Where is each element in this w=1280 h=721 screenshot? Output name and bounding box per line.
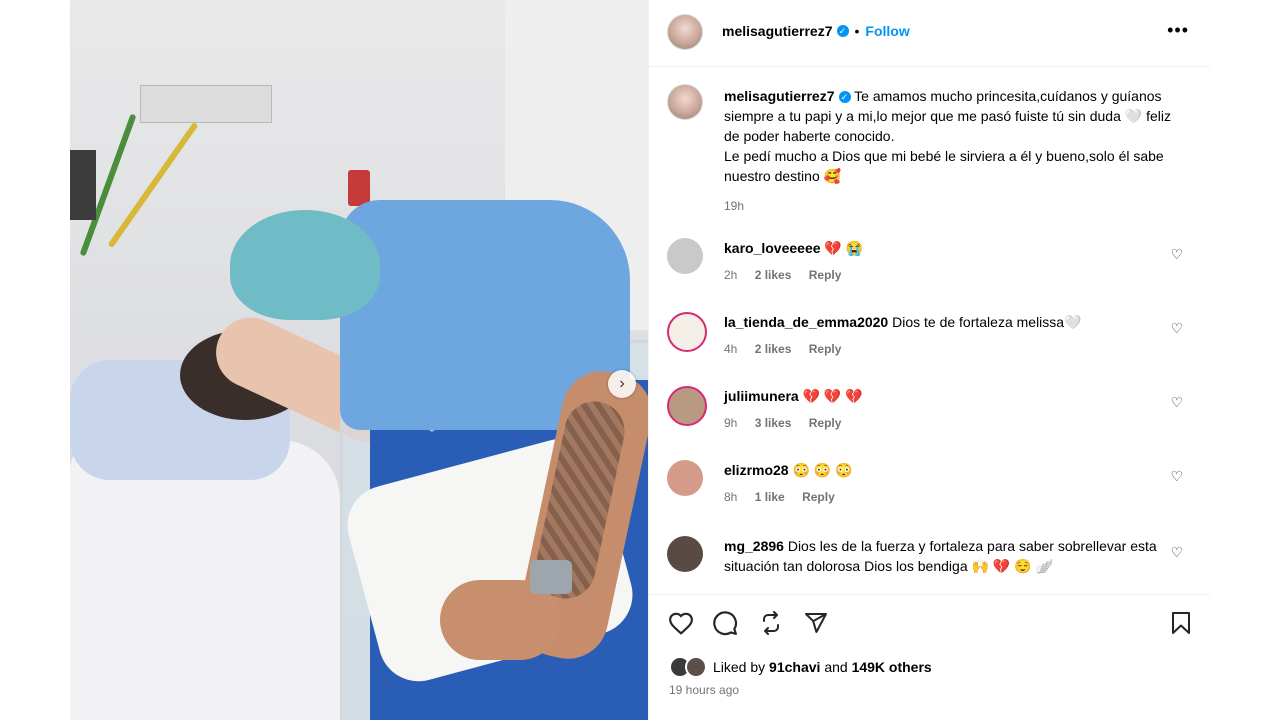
follow-button[interactable]: Follow [865, 23, 909, 39]
comment-avatar[interactable] [667, 536, 703, 572]
photo-red-bottle [348, 170, 370, 206]
comment-avatar[interactable] [667, 460, 703, 496]
page-margin-right [1210, 0, 1280, 720]
liked-by-prefix: Liked by [713, 659, 766, 675]
comment-icon[interactable] [711, 609, 739, 637]
comment-text: Dios te de fortaleza melissa🤍 [892, 314, 1082, 330]
post-side-panel: melisagutierrez7 ✓ • Follow ••• melisagu… [648, 0, 1211, 721]
comment-username[interactable]: mg_2896 [724, 538, 784, 554]
post-photo[interactable]: 🤍 [70, 0, 648, 720]
author-username[interactable]: melisagutierrez7 [722, 23, 833, 39]
liked-by-count[interactable]: 149K others [852, 659, 932, 675]
bookmark-icon[interactable] [1167, 609, 1195, 637]
comment-likes[interactable]: 2 likes [755, 342, 792, 356]
heart-icon[interactable]: ♡ [1170, 468, 1183, 485]
comment-likes[interactable]: 3 likes [755, 416, 792, 430]
comment-reply-button[interactable]: Reply [809, 416, 842, 430]
comment-item: mg_2896 Dios les de la fuerza y fortalez… [667, 536, 1197, 593]
comment-item: juliimunera 💔 💔 💔 9h 3 likes Reply ♡ [667, 386, 1197, 446]
comment-avatar[interactable] [667, 312, 707, 352]
chevron-right-icon: › [619, 375, 625, 392]
comment-text: 😳 😳 😳 [792, 462, 853, 478]
comment-reply-button[interactable]: Reply [802, 490, 835, 504]
comment-item: elizrmo28 😳 😳 😳 8h 1 like Reply ♡ [667, 460, 1197, 520]
heart-icon[interactable]: ♡ [1170, 246, 1183, 263]
post-caption: melisagutierrez7 ✓ Te amamos mucho prince… [724, 86, 1184, 216]
header-separator: • [854, 23, 860, 39]
verified-badge-icon: ✓ [836, 25, 849, 37]
send-icon[interactable] [802, 609, 830, 637]
liked-by-row: Liked by 91chavi and 149K others [669, 656, 932, 678]
photo-gas-panel [140, 85, 272, 123]
share-icon[interactable] [757, 609, 785, 637]
post-time-ago[interactable]: 19 hours ago [669, 683, 739, 697]
liked-by-mid: and [824, 659, 848, 675]
comment-time: 8h [724, 490, 738, 504]
post-action-bar: Liked by 91chavi and 149K others 19 hour… [649, 594, 1211, 721]
photo-watch [530, 560, 572, 594]
comment-time: 9h [724, 416, 738, 430]
photo-man-cap [230, 210, 380, 320]
comment-avatar[interactable] [667, 386, 707, 426]
comment-item: la_tienda_de_emma2020 Dios te de fortale… [667, 312, 1197, 372]
comment-text: Dios les de la fuerza y fortaleza para s… [724, 538, 1157, 574]
heart-icon[interactable] [667, 609, 695, 637]
photo-bed-sheet [70, 440, 340, 720]
comment-reply-button[interactable]: Reply [809, 268, 842, 282]
heart-icon[interactable]: ♡ [1170, 320, 1183, 337]
author-avatar[interactable] [667, 14, 703, 50]
comment-avatar[interactable] [667, 238, 703, 274]
liked-by-user[interactable]: 91chavi [769, 659, 820, 675]
caption-time: 19h [724, 199, 745, 213]
next-photo-button[interactable]: › [608, 370, 636, 398]
comment-username[interactable]: la_tienda_de_emma2020 [724, 314, 888, 330]
comment-reply-button[interactable]: Reply [809, 342, 842, 356]
caption-text-line2: Le pedí mucho a Dios que mi bebé le sirv… [724, 148, 1164, 184]
photo-monitor [70, 150, 96, 220]
post-header: melisagutierrez7 ✓ • Follow ••• [649, 0, 1211, 67]
caption-author-avatar[interactable] [667, 84, 703, 120]
comment-text: 💔 😭 [824, 240, 864, 256]
comment-username[interactable]: juliimunera [724, 388, 799, 404]
comment-username[interactable]: elizrmo28 [724, 462, 789, 478]
comment-item: karo_loveeeee 💔 😭 2h 2 likes Reply ♡ [667, 238, 1197, 298]
verified-badge-icon: ✓ [838, 91, 851, 104]
caption-username[interactable]: melisagutierrez7 [724, 88, 835, 104]
liker-avatar [685, 656, 707, 678]
comment-likes[interactable]: 2 likes [755, 268, 792, 282]
more-icon[interactable]: ••• [1167, 20, 1189, 41]
heart-icon[interactable]: ♡ [1170, 544, 1183, 561]
heart-icon[interactable]: ♡ [1170, 394, 1183, 411]
comment-time: 2h [724, 268, 738, 282]
comment-likes[interactable]: 1 like [755, 490, 785, 504]
comment-time: 4h [724, 342, 738, 356]
comment-text: 💔 💔 💔 [802, 388, 863, 404]
comment-username[interactable]: karo_loveeeee [724, 240, 821, 256]
page-margin-left [0, 0, 70, 720]
